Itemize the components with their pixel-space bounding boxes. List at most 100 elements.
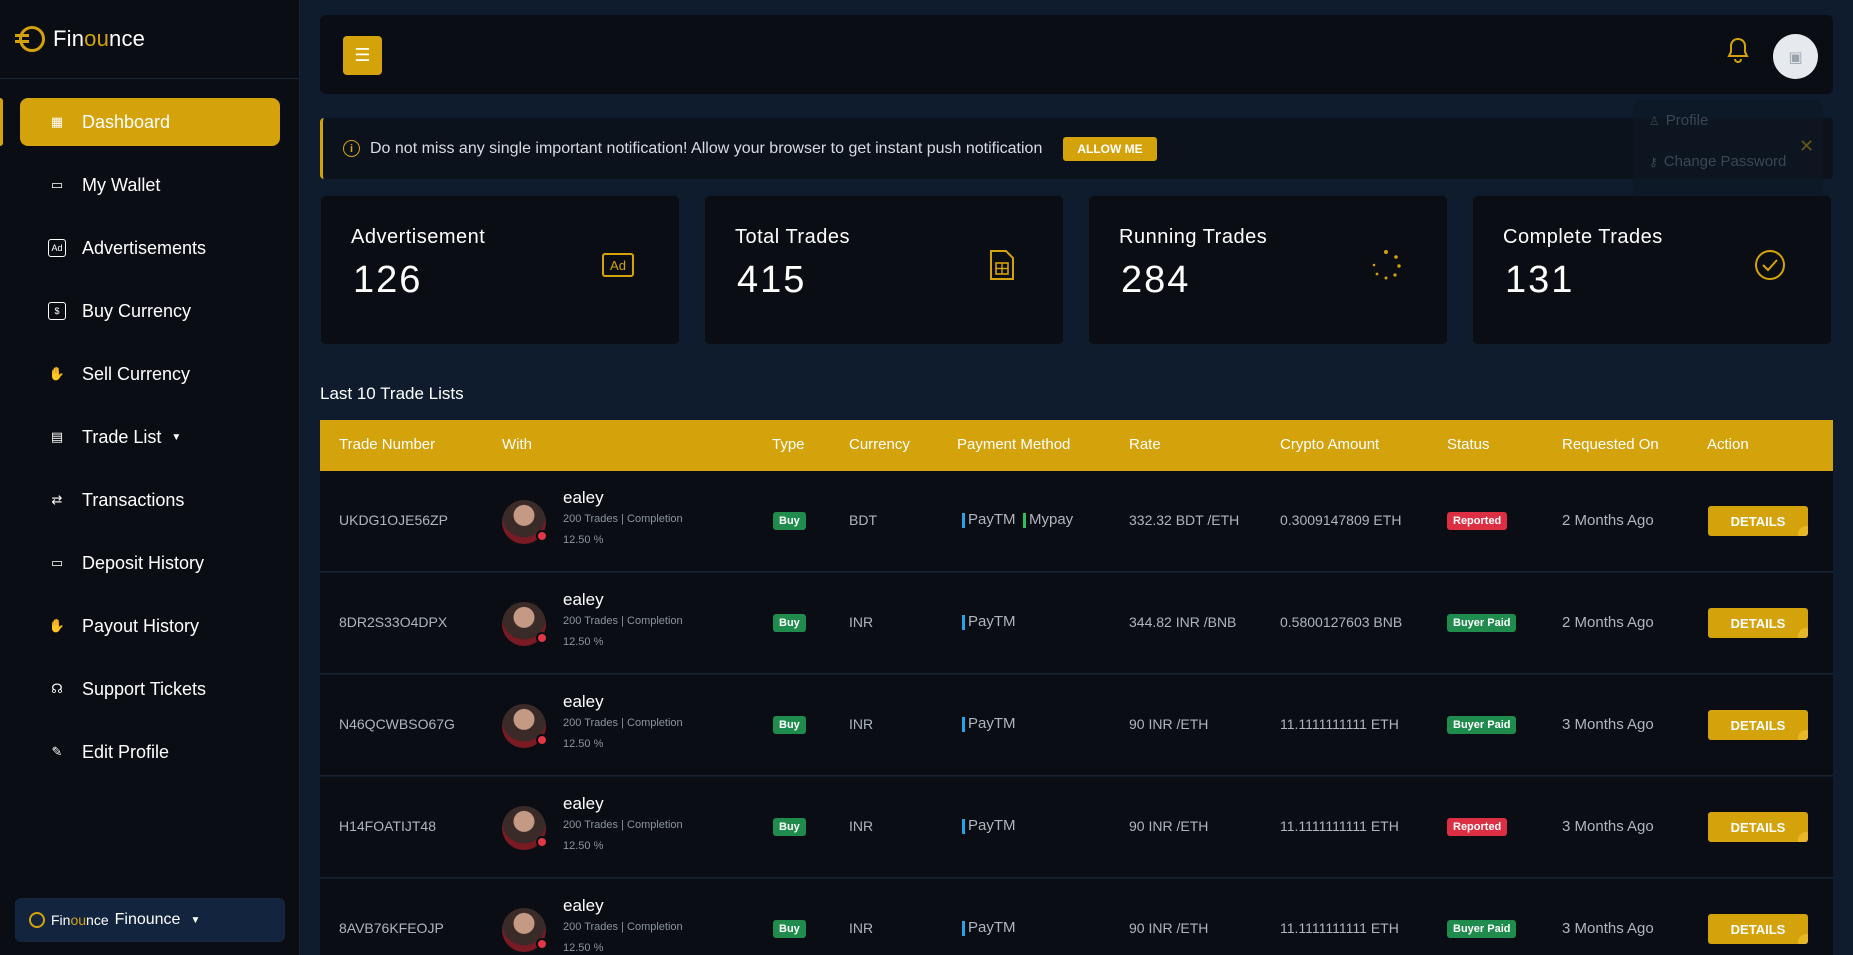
rate: 90 INR /ETH [1129,920,1209,936]
trader-name[interactable]: ealey [563,794,604,814]
column-header[interactable]: Crypto Amount [1280,436,1379,453]
trader-name[interactable]: ealey [563,590,604,610]
requested-on: 3 Months Ago [1562,920,1654,937]
table-row: 8DR2S33O4DPX ealey 200 Trades | Completion… [320,573,1833,674]
trade-number: H14FOATIJT48 [339,818,436,834]
details-label: DETAILS [1730,615,1786,631]
caret-down-icon: ▼ [190,914,201,926]
payment-method-tag: PayTM [962,919,1016,936]
hand-coin-icon: ✋ [48,618,66,633]
sidebar-item-my-wallet[interactable]: ▭ My Wallet [20,161,280,209]
offline-status-dot [536,632,548,644]
column-header[interactable]: Payment Method [957,436,1070,453]
sidebar-item-transactions[interactable]: ⇄ Transactions [20,476,280,524]
stat-label: Running Trades [1119,226,1268,248]
type-badge: Buy [773,512,806,530]
sidebar-item-payout-history[interactable]: ✋ Payout History [20,602,280,650]
currency: BDT [849,512,877,528]
column-header[interactable]: Type [772,436,805,453]
table-row: UKDG1OJE56ZP ealey 200 Trades | Completion… [320,471,1833,572]
trader-name[interactable]: ealey [563,896,604,916]
brand-logo[interactable]: Finounce [15,24,146,54]
image-placeholder-icon: ▣ [1788,48,1803,66]
dropdown-item-change-password[interactable]: ⚷ Change Password [1633,141,1823,182]
hamburger-button[interactable]: ☰ [343,36,382,75]
details-button[interactable]: DETAILS [1708,506,1808,536]
sidebar-item-edit-profile[interactable]: ✎ Edit Profile [20,728,280,776]
ad-icon: Ad [601,248,635,282]
table-row: 8AVB76KFEOJP ealey 200 Trades | Completion… [320,879,1833,955]
sidebar-item-sell-currency[interactable]: ✋ Sell Currency [20,350,280,398]
details-label: DETAILS [1730,513,1786,529]
payment-method-tag: PayTM [962,613,1016,630]
sidebar-item-dashboard[interactable]: ▦ Dashboard [20,98,280,146]
stat-label: Total Trades [735,226,850,248]
offline-status-dot [536,734,548,746]
sidebar-nav: ▦ Dashboard ▭ My Wallet Ad Advertisements $ Buy… [20,98,280,791]
sidebar-item-deposit-history[interactable]: ▭ Deposit History [20,539,280,587]
user-icon: ♙ [1649,113,1660,128]
details-button[interactable]: DETAILS [1708,914,1808,944]
trade-number: 8AVB76KFEOJP [339,920,444,936]
stat-value: 284 [1121,259,1191,301]
workspace-switcher[interactable]: Finounce Finounce ▼ [15,898,285,942]
dropdown-item-profile[interactable]: ♙ Profile [1633,100,1823,141]
details-label: DETAILS [1730,819,1786,835]
trader-completion: 12.50 % [563,840,604,852]
wallet-icon: ▭ [50,555,64,570]
trader-stats: 200 Trades | Completion [563,615,683,627]
active-indicator [0,98,3,146]
requested-on: 3 Months Ago [1562,818,1654,835]
details-button[interactable]: DETAILS [1708,812,1808,842]
column-header[interactable]: Requested On [1562,436,1659,453]
column-header[interactable]: Status [1447,436,1490,453]
spreadsheet-icon [985,248,1019,282]
wallet-icon: ▭ [50,177,64,192]
column-header[interactable]: Action [1707,436,1749,453]
payment-method-tag: Mypay [1023,511,1073,528]
payment-method-tag: PayTM [962,817,1016,834]
stat-value: 131 [1505,259,1575,301]
column-header[interactable]: Trade Number [339,436,435,453]
trader-stats: 200 Trades | Completion [563,513,683,525]
ad-icon: Ad [48,239,66,257]
table-row: H14FOATIJT48 ealey 200 Trades | Completion… [320,777,1833,878]
stat-card-total-trades: Total Trades 415 [704,195,1064,345]
details-button[interactable]: DETAILS [1708,608,1808,638]
topbar: ☰ ▣ [320,15,1833,94]
stat-card-complete-trades: Complete Trades 131 [1472,195,1832,345]
user-avatar-button[interactable]: ▣ [1773,34,1818,79]
offline-status-dot [536,530,548,542]
trader-stats: 200 Trades | Completion [563,717,683,729]
column-header[interactable]: With [502,436,532,453]
sidebar-item-support-tickets[interactable]: ☊ Support Tickets [20,665,280,713]
brand-name: Finounce [53,26,146,51]
caret-down-icon: ▼ [171,431,182,443]
table-header: Trade Number With Type Currency Payment Meth… [320,420,1833,471]
notifications-button[interactable] [1725,35,1751,65]
offline-status-dot [536,938,548,950]
sidebar-item-label: Dashboard [82,111,171,132]
hand-coin-icon: ✋ [48,366,66,381]
trader-name[interactable]: ealey [563,692,604,712]
coin-logo-icon [15,26,45,52]
offline-status-dot [536,836,548,848]
sidebar-item-trade-list[interactable]: ▤ Trade List ▼ [20,413,280,461]
status-badge: Reported [1447,512,1508,530]
dropdown-item-label: Profile [1665,112,1709,129]
table-row: N46QCWBSO67G ealey 200 Trades | Completion… [320,675,1833,776]
trader-name[interactable]: ealey [563,488,604,508]
sidebar-item-label: Deposit History [82,552,205,573]
sidebar-item-buy-currency[interactable]: $ Buy Currency [20,287,280,335]
stat-value: 415 [737,259,807,301]
allow-me-button[interactable]: ALLOW ME [1063,136,1157,161]
column-header[interactable]: Rate [1129,436,1161,453]
info-icon: i [343,140,360,157]
headset-icon: ☊ [51,681,63,696]
sidebar-item-label: Advertisements [82,237,207,258]
sidebar-item-advertisements[interactable]: Ad Advertisements [20,224,280,272]
details-button[interactable]: DETAILS [1708,710,1808,740]
trader-stats: 200 Trades | Completion [563,819,683,831]
column-header[interactable]: Currency [849,436,910,453]
type-badge: Buy [773,716,806,734]
